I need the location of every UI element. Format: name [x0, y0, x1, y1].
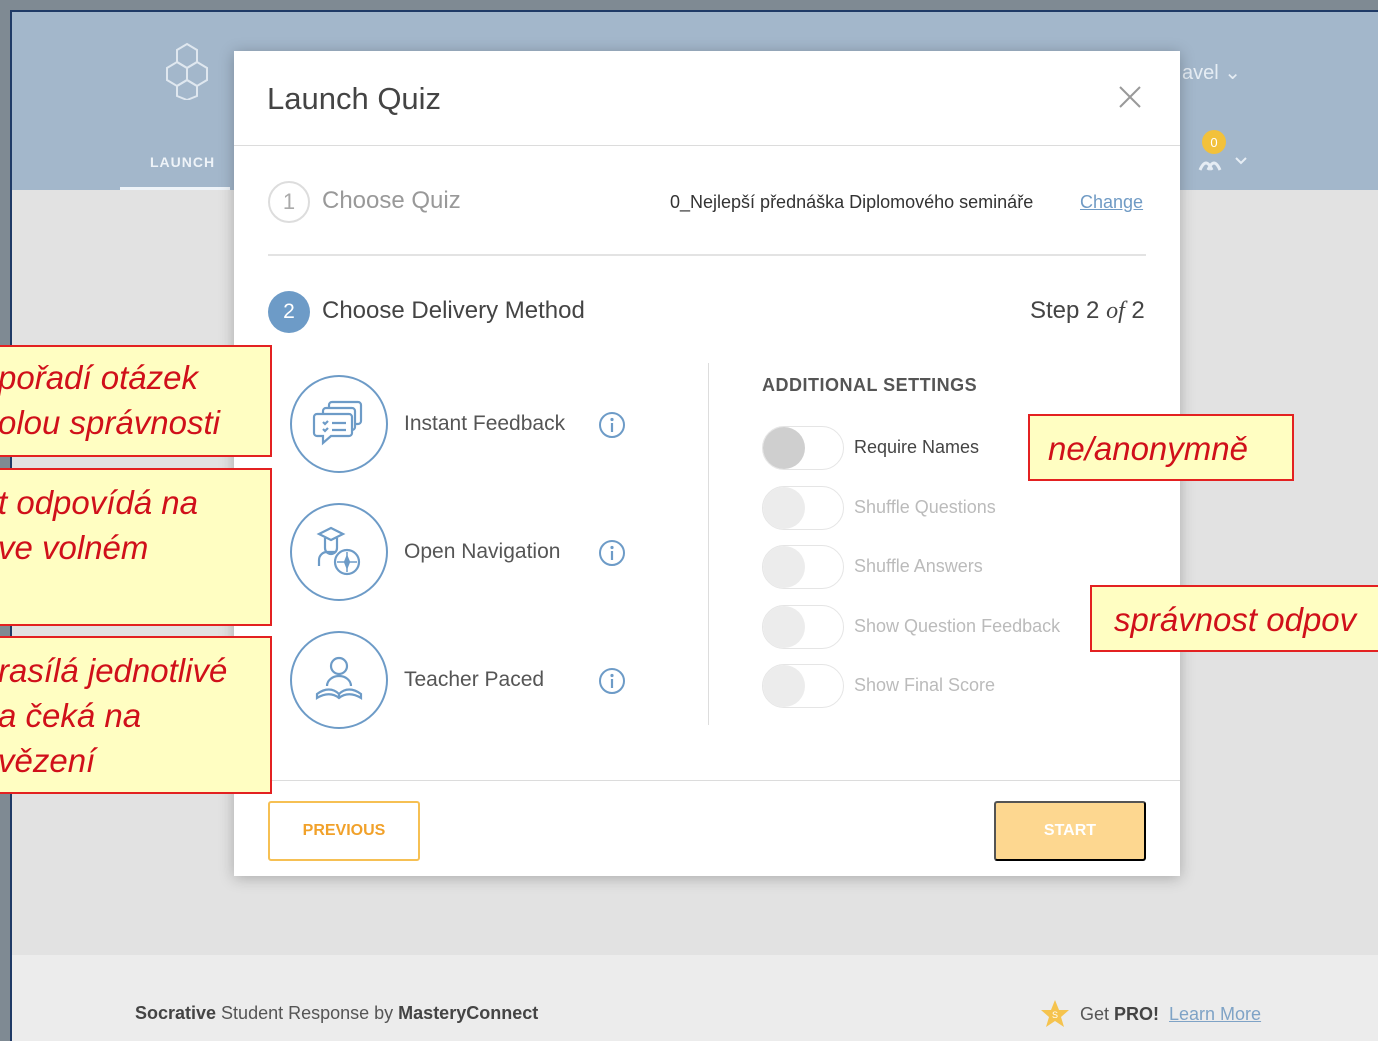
show-final-score-toggle[interactable] — [762, 664, 844, 708]
setting-label: Require Names — [854, 437, 980, 457]
selected-quiz-name: 0_Nejlepší přednáška Diplomového seminář… — [670, 192, 1034, 212]
close-icon[interactable] — [1112, 79, 1148, 115]
method-label: Open Navigation — [404, 540, 561, 563]
method-instant-feedback[interactable]: Instant Feedback — [290, 375, 650, 475]
header-divider — [234, 145, 1180, 146]
annotation-question-feedback: správnost odpov — [1090, 585, 1378, 652]
socrative-logo-icon[interactable] — [162, 40, 212, 100]
info-icon[interactable] — [598, 411, 626, 439]
setting-show-question-feedback: Show Question Feedback — [762, 605, 1122, 649]
step1-number: 1 — [268, 181, 310, 223]
setting-label: Shuffle Questions — [854, 497, 996, 517]
footer-branding: Socrative Student Response by MasteryCon… — [135, 1003, 538, 1024]
setting-label: Shuffle Answers — [854, 556, 983, 576]
footer-pro-promo: S Get PRO! Learn More — [1040, 999, 1261, 1029]
require-names-toggle[interactable] — [762, 426, 844, 470]
compass-user-icon[interactable] — [290, 503, 388, 601]
footer-company: MasteryConnect — [398, 1003, 539, 1023]
footer-brand: Socrative — [135, 1003, 217, 1023]
setting-shuffle-answers: Shuffle Answers — [762, 545, 1122, 589]
start-button[interactable]: START — [994, 801, 1146, 861]
get-pro-text: Get PRO! — [1080, 1003, 1160, 1024]
setting-show-final-score: Show Final Score — [762, 664, 1122, 708]
setting-label: Show Final Score — [854, 675, 996, 695]
user-menu[interactable]: avel ⌄ — [1182, 60, 1241, 85]
rooms-icon[interactable]: 0 — [1190, 130, 1250, 180]
star-icon: S — [1041, 1000, 1069, 1027]
speech-bubbles-icon[interactable] — [290, 375, 388, 473]
tab-launch[interactable]: LAUNCH — [120, 154, 230, 190]
method-label: Instant Feedback — [404, 412, 566, 435]
info-icon[interactable] — [598, 667, 626, 695]
learn-more-link[interactable]: Learn More — [1169, 1004, 1261, 1025]
page-footer: Socrative Student Response by MasteryCon… — [12, 955, 1378, 1041]
step-counter: Step 2 of 2 — [1030, 297, 1145, 324]
info-icon[interactable] — [598, 539, 626, 567]
reader-book-icon[interactable] — [290, 631, 388, 729]
annotation-teacher-paced: rasílá jednotlivé a čeká na vězení — [0, 636, 272, 794]
rooms-badge: 0 — [1210, 135, 1217, 150]
footer-tagline: Student Response by — [216, 1003, 399, 1023]
method-open-navigation[interactable]: Open Navigation — [290, 503, 650, 603]
method-label: Teacher Paced — [404, 668, 545, 691]
setting-shuffle-questions: Shuffle Questions — [762, 486, 1122, 530]
svg-text:S: S — [1052, 1010, 1058, 1020]
step2-label: Choose Delivery Method — [322, 297, 585, 324]
additional-settings-title: ADDITIONAL SETTINGS — [762, 375, 978, 395]
footer-divider — [234, 780, 1180, 781]
annotation-require-names: ne/anonymně — [1028, 414, 1294, 481]
step-divider — [268, 254, 1146, 256]
shuffle-questions-toggle[interactable] — [762, 486, 844, 530]
show-question-feedback-toggle[interactable] — [762, 605, 844, 649]
annotation-open-navigation: t odpovídá na ve volném — [0, 468, 272, 626]
modal-title: Launch Quiz — [267, 81, 442, 116]
method-teacher-paced[interactable]: Teacher Paced — [290, 631, 650, 731]
step1-label: Choose Quiz — [322, 187, 461, 214]
previous-button[interactable]: PREVIOUS — [268, 801, 420, 861]
settings-divider — [708, 363, 709, 725]
annotation-instant-feedback: pořadí otázek olou správnosti — [0, 345, 272, 457]
shuffle-answers-toggle[interactable] — [762, 545, 844, 589]
change-quiz-link[interactable]: Change — [1080, 192, 1143, 213]
step2-number: 2 — [268, 291, 310, 333]
setting-label: Show Question Feedback — [854, 616, 1061, 636]
